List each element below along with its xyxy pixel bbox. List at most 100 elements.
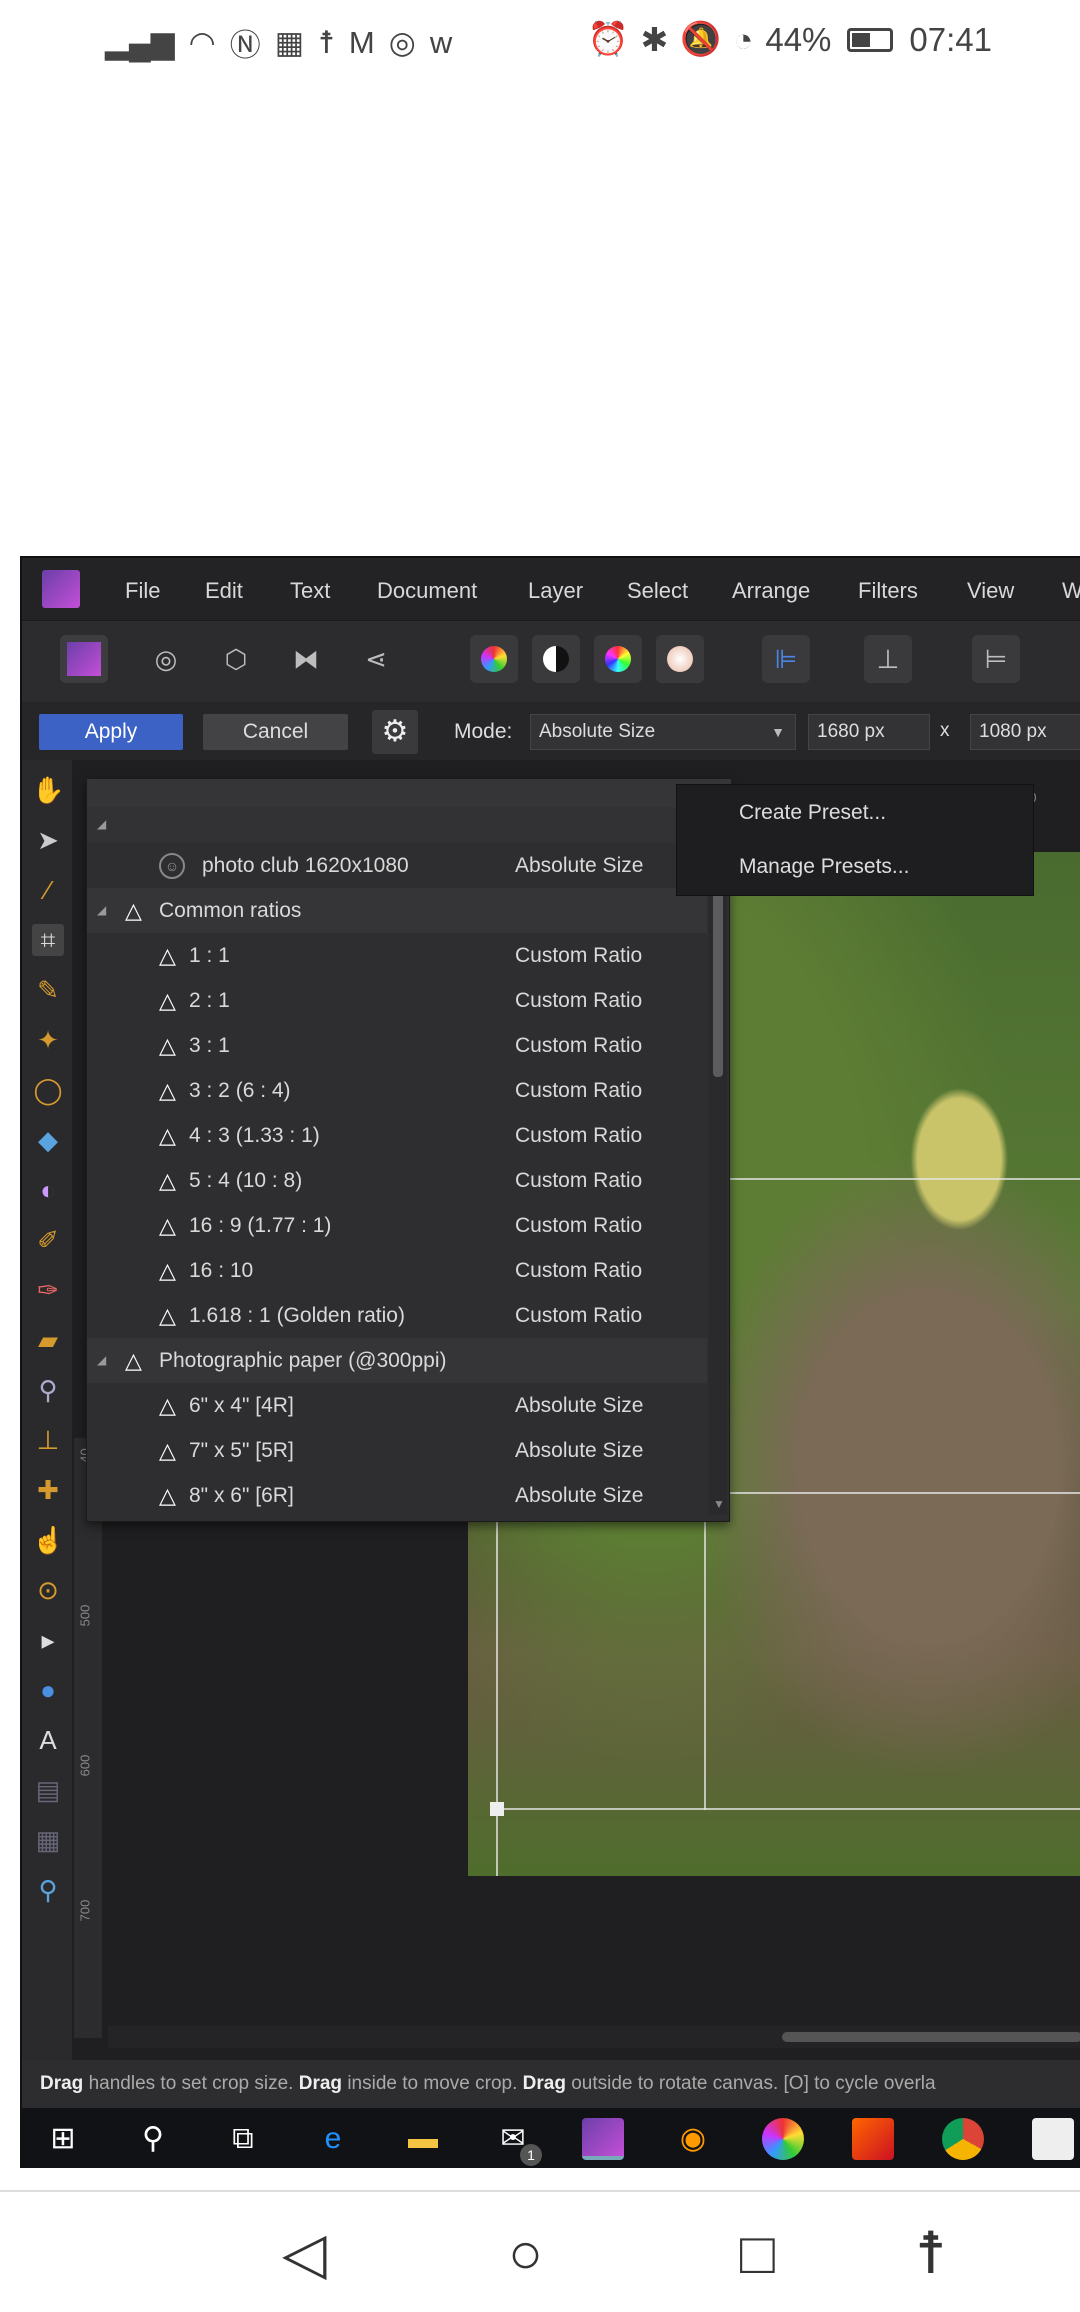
cancel-button[interactable]: Cancel xyxy=(203,714,348,750)
blemish-tool-icon[interactable]: ✚ xyxy=(32,1474,64,1506)
photo-persona-icon[interactable] xyxy=(60,635,108,683)
selection-brush-icon[interactable]: ✎ xyxy=(32,974,64,1006)
preset-row[interactable]: △ 3 : 1 Custom Ratio xyxy=(87,1023,707,1068)
gradient-tool-icon[interactable]: ◐ xyxy=(32,1174,64,1206)
align-center-icon[interactable]: ⊥ xyxy=(864,635,912,683)
preset-group-common-ratios[interactable]: ◢ △ Common ratios xyxy=(87,888,707,933)
move-tool-icon[interactable]: ➤ xyxy=(32,824,64,856)
menu-file[interactable]: File xyxy=(125,578,160,604)
windows-start-icon[interactable]: ⊞ xyxy=(42,2118,84,2160)
mail-icon[interactable]: ✉ 1 xyxy=(492,2118,542,2166)
mode-dropdown[interactable]: Absolute Size ▼ xyxy=(530,714,796,750)
preset-gear-icon[interactable]: ⚙ xyxy=(372,710,418,754)
menu-filters[interactable]: Filters xyxy=(858,578,918,604)
develop-persona-icon[interactable]: ⬡ xyxy=(212,635,260,683)
preset-name: 1.618 : 1 (Golden ratio) xyxy=(189,1304,405,1327)
create-preset-menu-item[interactable]: Create Preset... xyxy=(739,787,886,839)
back-icon[interactable]: ◁ xyxy=(282,2224,327,2284)
erase-brush-icon[interactable]: ▰ xyxy=(32,1324,64,1356)
flood-fill-icon[interactable]: ◆ xyxy=(32,1124,64,1156)
tone-mapping-persona-icon[interactable]: ⧓ xyxy=(282,635,330,683)
align-left-icon[interactable]: ⊫ xyxy=(762,635,810,683)
perspective-tool-icon[interactable]: ▦ xyxy=(32,1824,64,1856)
preset-name: 16 : 9 (1.77 : 1) xyxy=(189,1214,332,1237)
document-icon[interactable] xyxy=(1032,2118,1074,2160)
preset-row[interactable]: △ 6" x 4" [4R] Absolute Size xyxy=(87,1383,707,1428)
auto-levels-icon[interactable] xyxy=(470,635,518,683)
crop-handle[interactable] xyxy=(490,1802,504,1816)
menu-arrange[interactable]: Arrange xyxy=(732,578,810,604)
hand-tool-icon[interactable]: ✋ xyxy=(32,774,64,806)
preset-row[interactable]: △ 3 : 2 (6 : 4) Custom Ratio xyxy=(87,1068,707,1113)
crop-width-field[interactable]: 1680 px xyxy=(808,714,930,750)
menu-window[interactable]: W xyxy=(1062,578,1080,604)
preset-type: Custom Ratio xyxy=(515,1124,643,1147)
home-icon[interactable]: ○ xyxy=(508,2224,543,2284)
preset-row[interactable]: △ 1.618 : 1 (Golden ratio) Custom Ratio xyxy=(87,1293,707,1338)
preset-row[interactable]: △ 4 : 3 (1.33 : 1) Custom Ratio xyxy=(87,1113,707,1158)
manage-presets-menu-item[interactable]: Manage Presets... xyxy=(739,841,909,893)
color-picker-icon[interactable]: ⁄ xyxy=(32,874,64,906)
preset-row[interactable]: △ 5 : 4 (10 : 8) Custom Ratio xyxy=(87,1158,707,1203)
menu-text[interactable]: Text xyxy=(290,578,330,604)
scroll-down-icon[interactable]: ▼ xyxy=(713,1497,725,1511)
affinity-publisher-icon[interactable] xyxy=(852,2118,894,2160)
preset-type: Absolute Size xyxy=(515,1439,644,1462)
expand-icon: ◢ xyxy=(97,1353,107,1367)
preset-row[interactable]: △ 8" x 6" [6R] Absolute Size xyxy=(87,1473,707,1518)
liquify-persona-icon[interactable]: ◎ xyxy=(142,635,190,683)
preset-triangle-icon: △ xyxy=(159,1258,176,1283)
gmail-icon: M xyxy=(348,24,375,60)
menu-select[interactable]: Select xyxy=(627,578,688,604)
crop-tool-icon[interactable]: ⌗ xyxy=(32,924,64,956)
auto-white-balance-icon[interactable] xyxy=(656,635,704,683)
paint-brush-icon[interactable]: ✐ xyxy=(32,1224,64,1256)
recents-icon[interactable]: □ xyxy=(740,2224,775,2284)
preset-row[interactable]: △ 16 : 10 Custom Ratio xyxy=(87,1248,707,1293)
menu-edit[interactable]: Edit xyxy=(205,578,243,604)
preset-type: Custom Ratio xyxy=(515,944,643,967)
red-eye-tool-icon[interactable]: ⊙ xyxy=(32,1574,64,1606)
task-view-icon[interactable]: ⧉ xyxy=(222,2118,264,2160)
preset-row[interactable]: △ 7" x 5" [5R] Absolute Size xyxy=(87,1428,707,1473)
color-replacement-icon[interactable]: ✑ xyxy=(32,1274,64,1306)
crop-presets-panel: ◢ ☺ photo club 1620x1080 Absolute Size ◢… xyxy=(86,778,731,1522)
clone-brush-icon[interactable]: ⊥ xyxy=(32,1424,64,1456)
edge-icon[interactable]: e xyxy=(312,2118,354,2160)
preset-type: Custom Ratio xyxy=(515,1034,643,1057)
dodge-tool-icon[interactable]: ⚲ xyxy=(32,1374,64,1406)
text-tool-icon[interactable]: A xyxy=(32,1724,64,1756)
app-eye-icon[interactable]: ◉ xyxy=(672,2118,714,2160)
apply-button[interactable]: Apply xyxy=(39,714,183,750)
preset-row[interactable]: △ 2 : 1 Custom Ratio xyxy=(87,978,707,1023)
chrome-icon[interactable] xyxy=(942,2118,984,2160)
accessibility-icon[interactable]: ☨ xyxy=(915,2224,947,2284)
mesh-warp-icon[interactable]: ▤ xyxy=(32,1774,64,1806)
zoom-tool-icon[interactable]: ⚲ xyxy=(32,1874,64,1906)
file-explorer-icon[interactable]: ▬ xyxy=(402,2118,444,2160)
bluetooth-icon: ✱ xyxy=(640,21,669,58)
lasso-tool-icon[interactable]: ◯ xyxy=(32,1074,64,1106)
preset-group-photographic-paper[interactable]: ◢ △ Photographic paper (@300ppi) xyxy=(87,1338,707,1383)
menu-layer[interactable]: Layer xyxy=(528,578,583,604)
preset-row[interactable]: △ 16 : 9 (1.77 : 1) Custom Ratio xyxy=(87,1203,707,1248)
flood-select-icon[interactable]: ✦ xyxy=(32,1024,64,1056)
preset-row[interactable]: △ 1 : 1 Custom Ratio xyxy=(87,933,707,978)
preset-scrollbar-thumb[interactable] xyxy=(713,889,723,1077)
preset-row-user[interactable]: ☺ photo club 1620x1080 Absolute Size xyxy=(87,843,707,888)
shape-tool-icon[interactable]: ● xyxy=(32,1674,64,1706)
menu-view[interactable]: View xyxy=(967,578,1014,604)
auto-colors-icon[interactable] xyxy=(594,635,642,683)
node-tool-icon[interactable]: ▸ xyxy=(32,1624,64,1656)
search-icon[interactable]: ⚲ xyxy=(132,2118,174,2160)
photo-app-icon[interactable] xyxy=(762,2118,804,2160)
crop-height-field[interactable]: 1080 px xyxy=(970,714,1080,750)
hint-bold: Drag xyxy=(298,2073,343,2094)
export-persona-icon[interactable]: ⋖ xyxy=(352,635,400,683)
horizontal-scrollbar-thumb[interactable] xyxy=(782,2032,1080,2042)
align-right-icon[interactable]: ⊨ xyxy=(972,635,1020,683)
auto-contrast-icon[interactable] xyxy=(532,635,580,683)
menu-document[interactable]: Document xyxy=(377,578,477,604)
affinity-photo-taskbar-icon[interactable] xyxy=(582,2118,624,2160)
smudge-tool-icon[interactable]: ☝ xyxy=(32,1524,64,1556)
